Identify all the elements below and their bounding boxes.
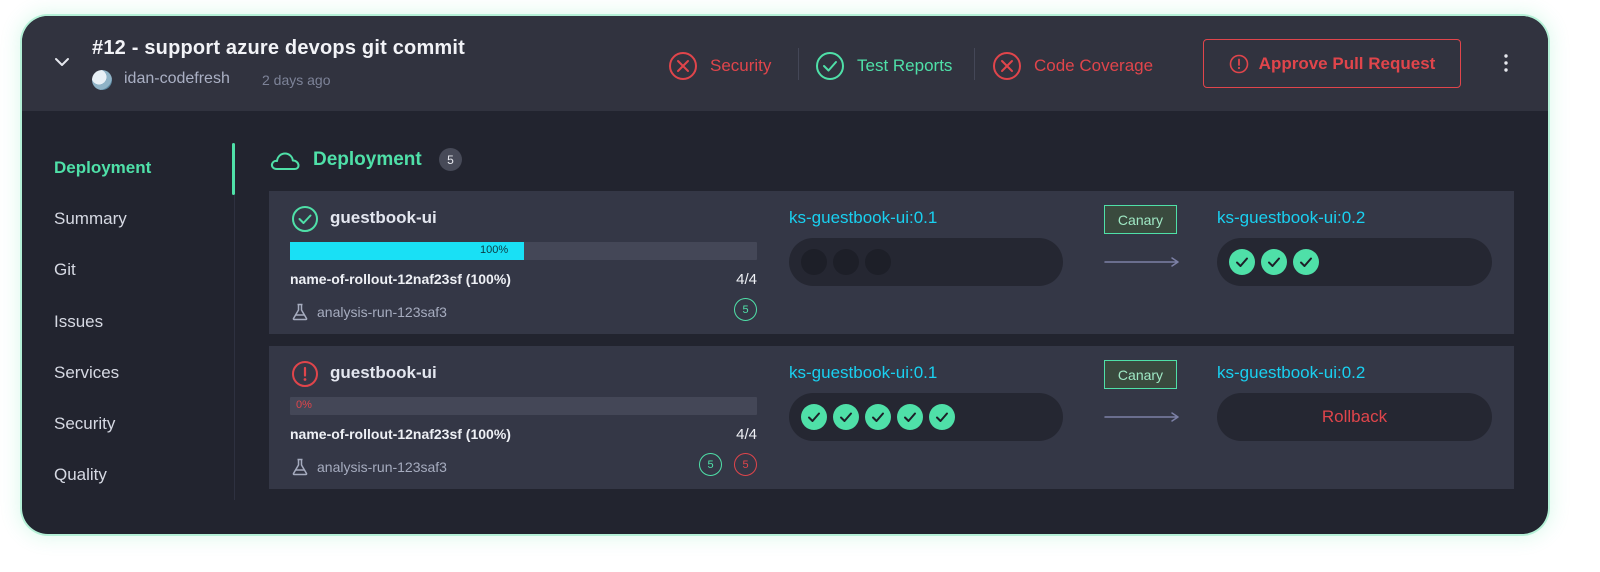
pod-ready xyxy=(1229,249,1255,275)
from-image-tag[interactable]: ks-guestbook-ui:0.1 xyxy=(789,208,937,228)
x-circle-icon xyxy=(669,52,697,80)
analysis-label: analysis-run-123saf3 xyxy=(317,304,447,320)
divider xyxy=(798,48,799,80)
card-header: #12 - support azure devops git commit id… xyxy=(22,16,1548,111)
to-image-tag[interactable]: ks-guestbook-ui:0.2 xyxy=(1217,363,1365,383)
active-indicator xyxy=(232,143,235,195)
check-icon xyxy=(1236,257,1248,267)
check-circle-icon xyxy=(292,206,318,232)
check-icon xyxy=(1300,257,1312,267)
pod-pending xyxy=(865,249,891,275)
pod-ready xyxy=(801,404,827,430)
from-image-tag[interactable]: ks-guestbook-ui:0.1 xyxy=(789,363,937,383)
strategy-badge: Canary xyxy=(1104,360,1177,389)
status-security[interactable]: Security xyxy=(668,51,771,81)
more-options-icon[interactable] xyxy=(1500,52,1512,74)
sidebar-item-summary[interactable]: Summary xyxy=(54,209,127,229)
flask-icon xyxy=(292,458,308,476)
progress-label: 0% xyxy=(296,399,312,411)
deployment-row: guestbook-ui 100% name-of-rollout-12naf2… xyxy=(269,191,1514,334)
sidebar-item-security[interactable]: Security xyxy=(54,414,115,434)
author-name[interactable]: idan-codefresh xyxy=(124,70,230,88)
check-icon xyxy=(808,412,820,422)
sidebar-divider xyxy=(234,195,235,500)
alert-circle-icon xyxy=(1229,54,1248,73)
alert-circle-icon xyxy=(292,361,318,387)
pod-ready xyxy=(865,404,891,430)
analysis-success-badge: 5 xyxy=(734,298,757,321)
rollback-button[interactable]: Rollback xyxy=(1229,407,1492,427)
analysis-success-badge: 5 xyxy=(699,453,722,476)
analysis-run-link[interactable]: analysis-run-123saf3 xyxy=(290,457,447,477)
status-label: Test Reports xyxy=(857,56,953,75)
flask-icon xyxy=(292,303,308,321)
progress-label: 100% xyxy=(480,244,509,256)
sidebar-item-quality[interactable]: Quality xyxy=(54,465,107,485)
sidebar-item-issues[interactable]: Issues xyxy=(54,312,103,332)
timestamp: 2 days ago xyxy=(262,72,331,88)
pod-ready xyxy=(1261,249,1287,275)
cloud-icon xyxy=(270,152,300,170)
status-label: Security xyxy=(710,56,772,75)
analysis-run-link[interactable]: analysis-run-123saf3 xyxy=(290,302,447,322)
sidebar-item-deployment[interactable]: Deployment xyxy=(54,158,151,178)
arrow-right-icon xyxy=(1104,257,1179,267)
status-label: Code Coverage xyxy=(1034,56,1154,75)
sidebar-item-git[interactable]: Git xyxy=(54,260,76,280)
avatar xyxy=(92,70,112,90)
service-name[interactable]: guestbook-ui xyxy=(330,363,437,383)
pod-pending xyxy=(833,249,859,275)
rollout-name: name-of-rollout-12naf23sf (100%) xyxy=(290,426,511,442)
sidebar: Deployment Summary Git Issues Services S… xyxy=(22,111,237,534)
rollout-progress-bar: 100% xyxy=(290,242,757,260)
status-test-reports[interactable]: Test Reports xyxy=(815,51,952,81)
strategy-badge: Canary xyxy=(1104,205,1177,234)
pod-ready xyxy=(897,404,923,430)
x-circle-icon xyxy=(993,52,1021,80)
arrow-right-icon xyxy=(1104,412,1179,422)
replica-ratio: 4/4 xyxy=(736,271,757,288)
pod-pending xyxy=(801,249,827,275)
check-icon xyxy=(904,412,916,422)
from-pods xyxy=(789,393,1063,441)
check-icon xyxy=(872,412,884,422)
pr-title: #12 - support azure devops git commit xyxy=(92,37,466,59)
pod-ready xyxy=(929,404,955,430)
check-icon xyxy=(1268,257,1280,267)
check-circle-icon xyxy=(816,52,844,80)
to-pods: Rollback xyxy=(1217,393,1492,441)
service-name[interactable]: guestbook-ui xyxy=(330,208,437,228)
sidebar-item-services[interactable]: Services xyxy=(54,363,119,383)
pod-ready xyxy=(1293,249,1319,275)
rollout-progress-bar: 0% xyxy=(290,397,757,415)
check-icon xyxy=(936,412,948,422)
analysis-label: analysis-run-123saf3 xyxy=(317,459,447,475)
from-pods xyxy=(789,238,1063,286)
chevron-down-icon[interactable] xyxy=(52,52,72,72)
deployment-row: guestbook-ui 0% name-of-rollout-12naf23s… xyxy=(269,346,1514,489)
to-image-tag[interactable]: ks-guestbook-ui:0.2 xyxy=(1217,208,1365,228)
pod-ready xyxy=(833,404,859,430)
divider xyxy=(974,48,975,80)
to-pods xyxy=(1217,238,1492,286)
check-icon xyxy=(840,412,852,422)
status-code-coverage[interactable]: Code Coverage xyxy=(992,51,1153,81)
approve-label: Approve Pull Request xyxy=(1258,53,1436,73)
section-title: Deployment xyxy=(313,149,422,170)
pull-request-card: #12 - support azure devops git commit id… xyxy=(22,16,1548,534)
analysis-failure-badge: 5 xyxy=(734,453,757,476)
replica-ratio: 4/4 xyxy=(736,426,757,443)
section-count-badge: 5 xyxy=(439,148,462,171)
rollout-name: name-of-rollout-12naf23sf (100%) xyxy=(290,271,511,287)
approve-pull-request-button[interactable]: Approve Pull Request xyxy=(1203,39,1461,88)
